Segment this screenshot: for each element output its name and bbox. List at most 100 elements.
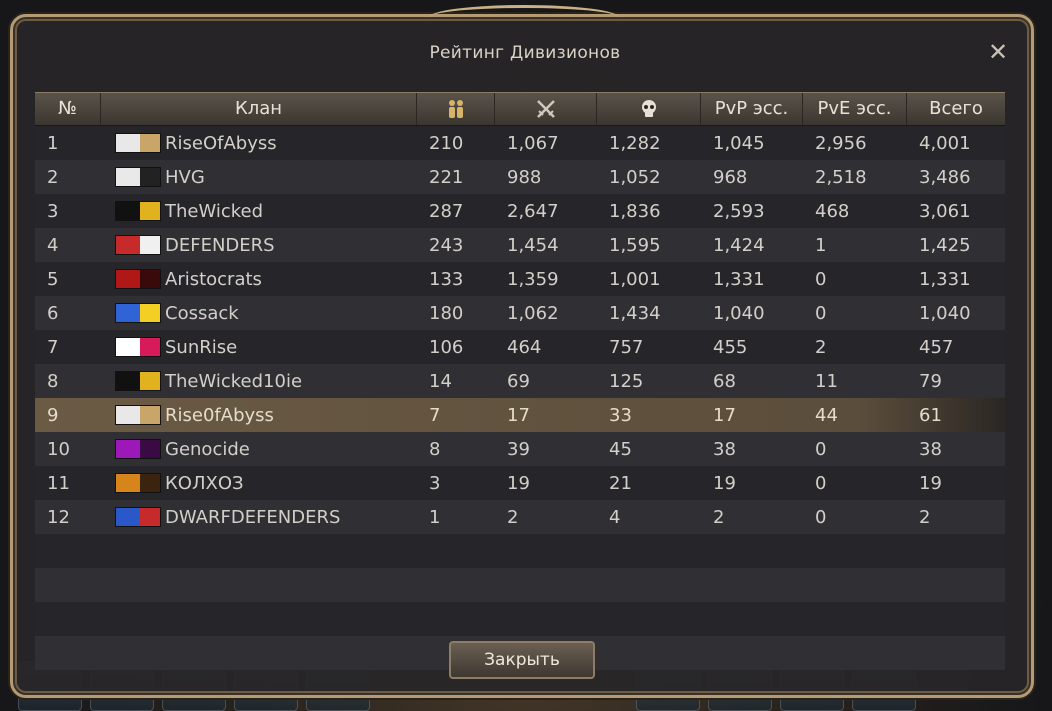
table-row[interactable]: 5 Aristocrats 133 1,359 1,001 1,331 0 1,331 [35,262,1005,296]
kills-cell: 2,647 [507,200,559,222]
pve-cell: 11 [815,370,838,392]
rank-cell: 1 [47,132,59,154]
table-row[interactable]: 3 TheWicked 287 2,647 1,836 2,593 468 3,061 [35,194,1005,228]
deaths-cell: 1,434 [609,302,661,324]
table-row[interactable]: 10 Genocide 8 39 45 38 0 38 [35,432,1005,466]
total-cell: 1,040 [919,302,971,324]
division-rating-window: Рейтинг Дивизионов ✕ № Клан PvP эсс. PvE… [10,5,1034,698]
close-icon[interactable]: ✕ [985,39,1011,65]
pve-cell: 0 [815,506,827,528]
clan-name: HVG [165,166,205,188]
clan-name: Genocide [165,438,250,460]
kills-cell: 1,067 [507,132,559,154]
members-cell: 8 [429,438,441,460]
members-icon [448,100,463,118]
pve-cell: 0 [815,302,827,324]
total-cell: 4,001 [919,132,971,154]
clan-cell: SunRise [101,337,417,358]
clan-rating-table: № Клан PvP эсс. PvE эсс. Всего 1 RiseOfA… [35,92,1005,670]
deaths-cell: 21 [609,472,632,494]
pvp-cell: 19 [713,472,736,494]
deaths-cell: 1,052 [609,166,661,188]
rank-cell: 2 [47,166,59,188]
table-row[interactable]: 9 Rise0fAbyss 7 17 33 17 44 61 [35,398,1005,432]
kills-cell: 464 [507,336,542,358]
pvp-cell: 1,424 [713,234,765,256]
deaths-cell: 757 [609,336,644,358]
header-total[interactable]: Всего [907,93,1005,125]
header-members[interactable] [417,93,495,125]
total-cell: 1,425 [919,234,971,256]
rank-cell: 4 [47,234,59,256]
rank-cell: 7 [47,336,59,358]
pvp-cell: 2,593 [713,200,765,222]
empty-row [35,534,1005,568]
total-cell: 3,061 [919,200,971,222]
table-row[interactable]: 7 SunRise 106 464 757 455 2 457 [35,330,1005,364]
clan-cell: DWARFDEFENDERS [101,507,417,528]
table-row[interactable]: 8 TheWicked10ie 14 69 125 68 11 79 [35,364,1005,398]
header-pvp[interactable]: PvP эсс. [701,93,803,125]
rank-cell: 3 [47,200,59,222]
members-cell: 3 [429,472,441,494]
members-cell: 243 [429,234,464,256]
pvp-cell: 455 [713,336,748,358]
clan-name: Cossack [165,302,239,324]
clan-name: КОЛХОЗ [165,472,244,494]
header-kills[interactable] [495,93,597,125]
pvp-cell: 17 [713,404,736,426]
empty-row [35,568,1005,602]
header-deaths[interactable] [597,93,701,125]
clan-name: RiseOfAbyss [165,132,277,154]
clan-cell: RiseOfAbyss [101,133,417,154]
close-button[interactable]: Закрыть [449,641,595,679]
deaths-cell: 4 [609,506,621,528]
table-row[interactable]: 11 КОЛХОЗ 3 19 21 19 0 19 [35,466,1005,500]
kills-cell: 39 [507,438,530,460]
clan-name: Rise0fAbyss [165,404,274,426]
clan-crest-icon [115,405,161,425]
kills-cell: 1,454 [507,234,559,256]
table-row[interactable]: 4 DEFENDERS 243 1,454 1,595 1,424 1 1,425 [35,228,1005,262]
rank-cell: 9 [47,404,59,426]
pve-cell: 2,518 [815,166,867,188]
deaths-cell: 45 [609,438,632,460]
clan-name: Aristocrats [165,268,262,290]
members-cell: 14 [429,370,452,392]
clan-crest-icon [115,507,161,527]
clan-crest-icon [115,303,161,323]
pve-cell: 2 [815,336,827,358]
rank-cell: 8 [47,370,59,392]
deaths-cell: 1,595 [609,234,661,256]
members-cell: 133 [429,268,464,290]
total-cell: 457 [919,336,954,358]
table-header: № Клан PvP эсс. PvE эсс. Всего [35,92,1005,126]
crossed-swords-icon [536,100,555,118]
table-row[interactable]: 6 Cossack 180 1,062 1,434 1,040 0 1,040 [35,296,1005,330]
deaths-cell: 1,282 [609,132,661,154]
rank-cell: 12 [47,506,70,528]
clan-cell: Aristocrats [101,269,417,290]
deaths-cell: 33 [609,404,632,426]
table-row[interactable]: 12 DWARFDEFENDERS 1 2 4 2 0 2 [35,500,1005,534]
pve-cell: 0 [815,438,827,460]
table-row[interactable]: 1 RiseOfAbyss 210 1,067 1,282 1,045 2,956 4,001 [35,126,1005,160]
header-pve[interactable]: PvE эсс. [803,93,907,125]
clan-crest-icon [115,235,161,255]
pve-cell: 1 [815,234,827,256]
kills-cell: 69 [507,370,530,392]
clan-crest-icon [115,337,161,357]
pvp-cell: 1,040 [713,302,765,324]
clan-crest-icon [115,371,161,391]
clan-cell: DEFENDERS [101,235,417,256]
pvp-cell: 2 [713,506,725,528]
frame-ornament [429,5,619,30]
header-clan[interactable]: Клан [101,93,417,125]
header-rank[interactable]: № [35,93,101,125]
total-cell: 61 [919,404,942,426]
clan-cell: HVG [101,167,417,188]
kills-cell: 988 [507,166,542,188]
table-row[interactable]: 2 HVG 221 988 1,052 968 2,518 3,486 [35,160,1005,194]
total-cell: 2 [919,506,931,528]
clan-cell: Cossack [101,303,417,324]
